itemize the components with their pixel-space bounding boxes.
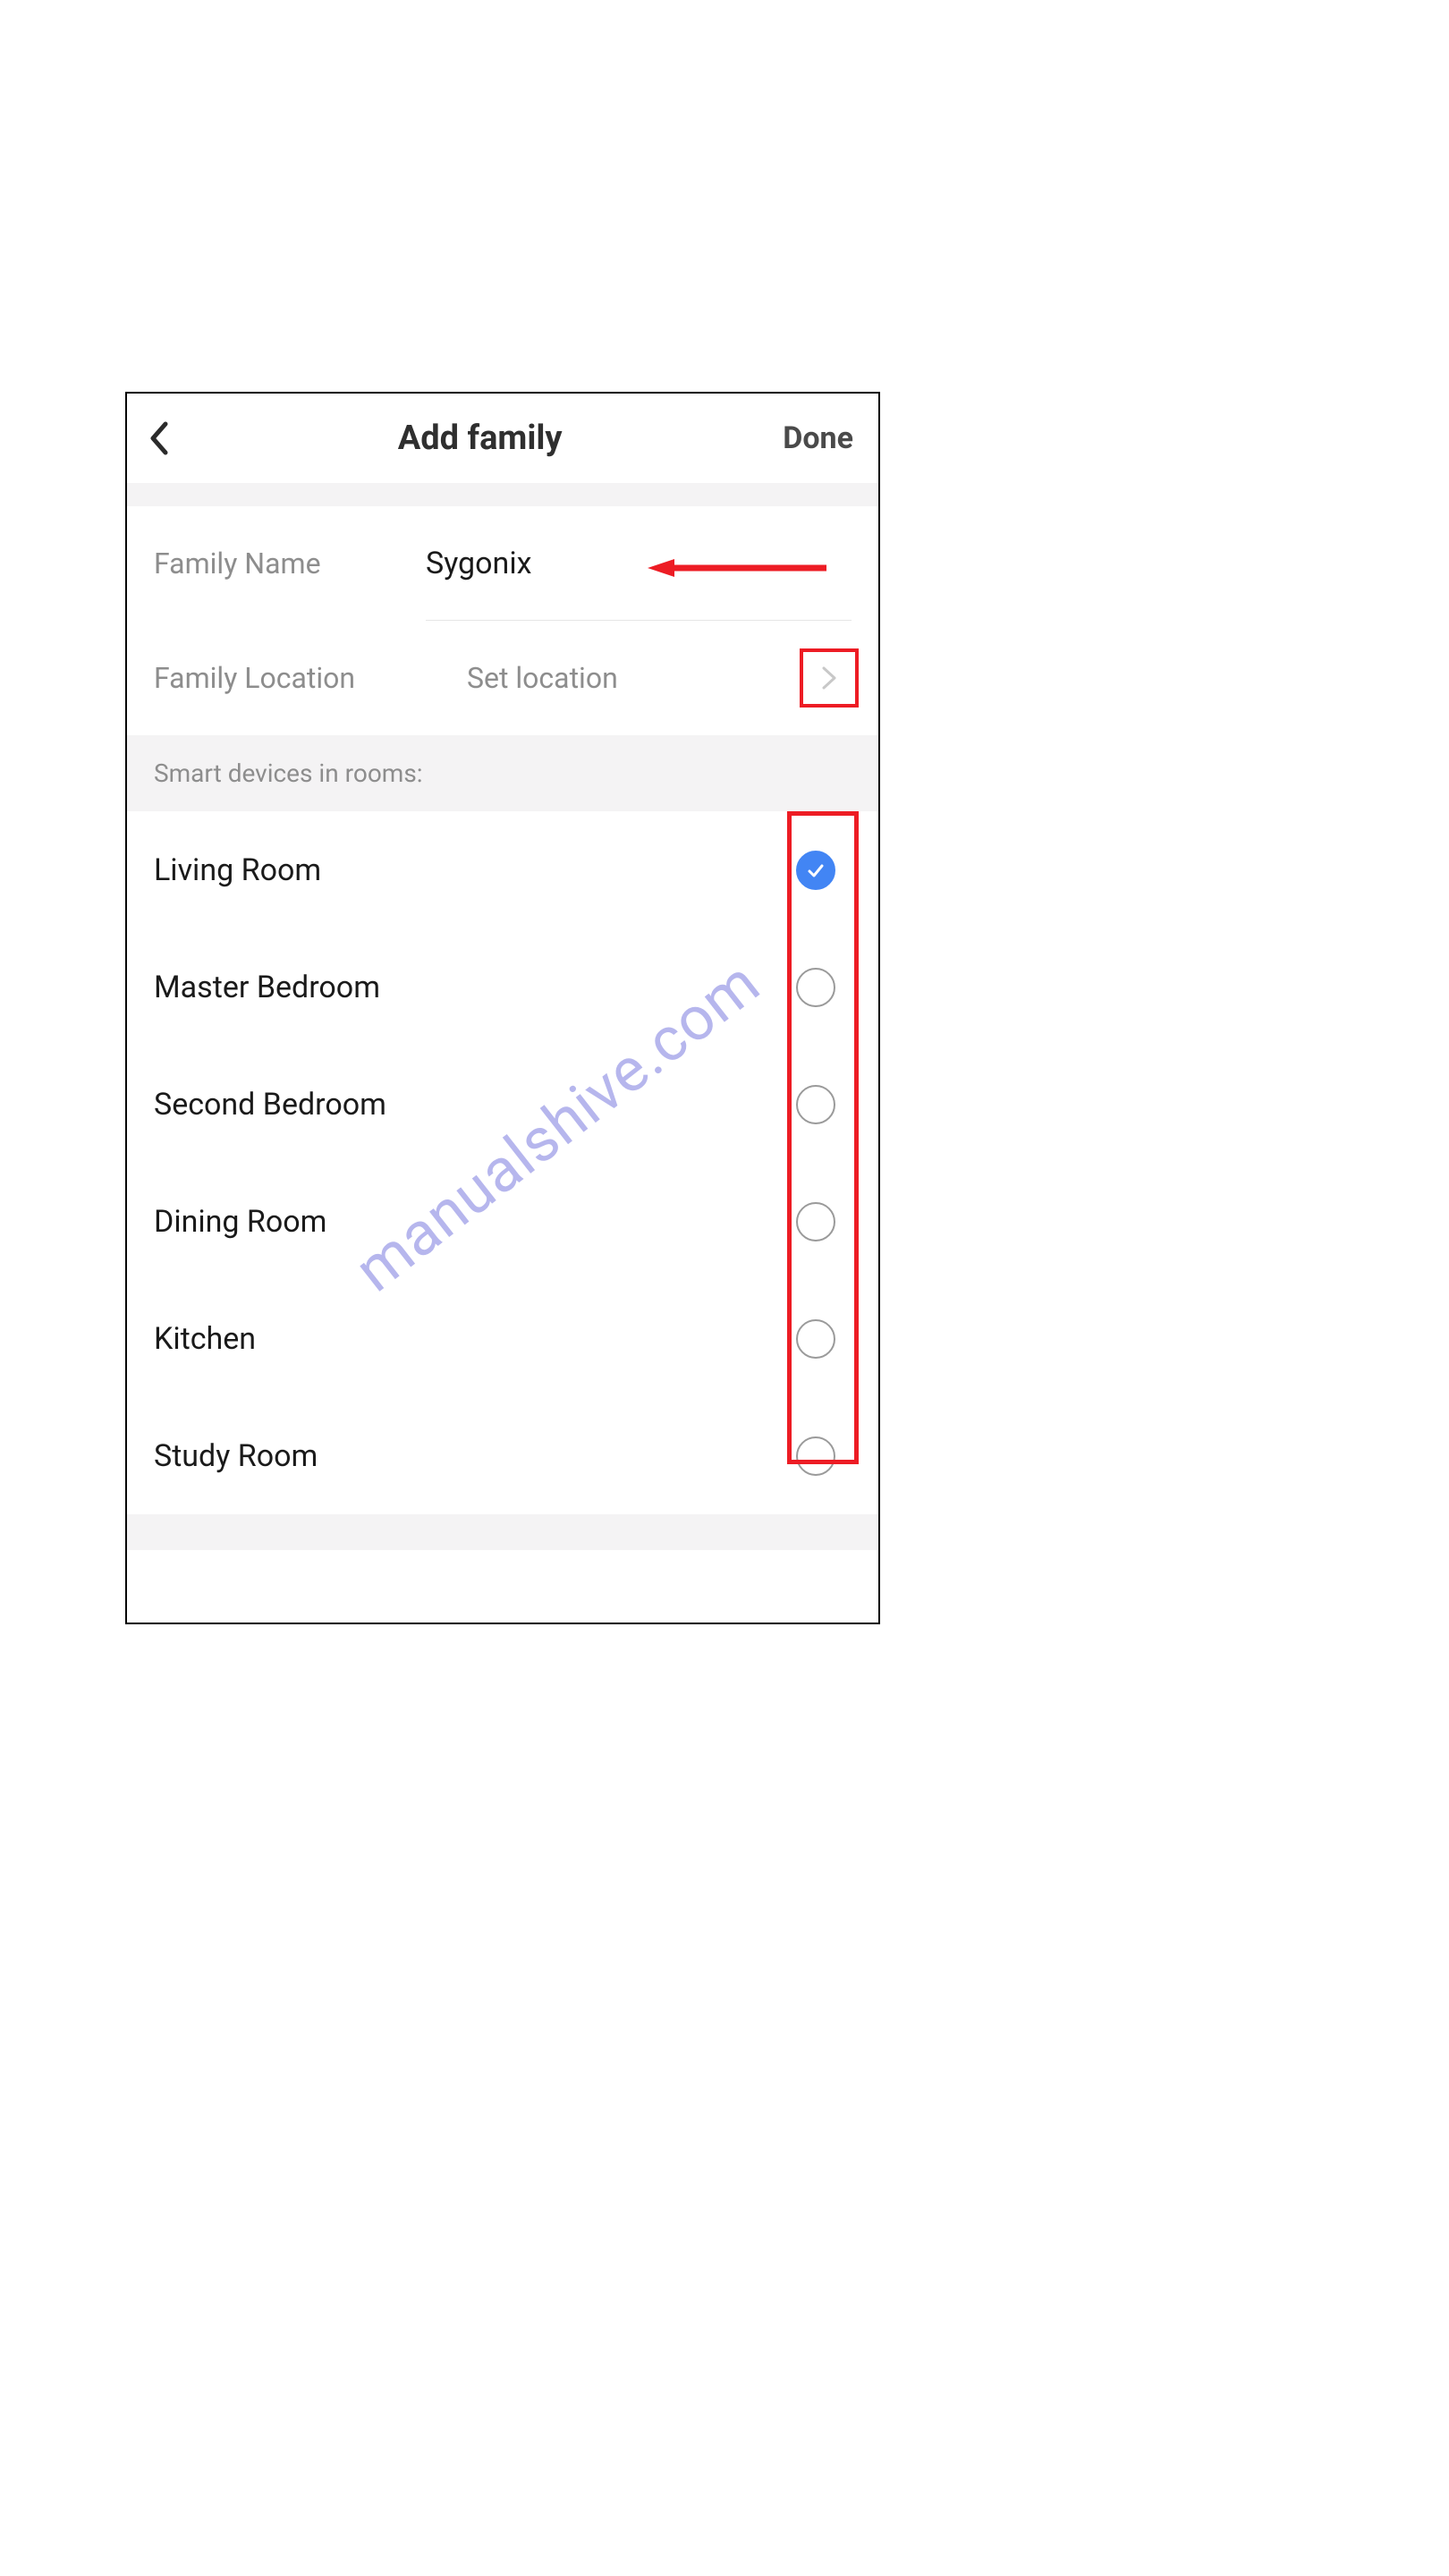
back-icon[interactable]: [141, 420, 177, 456]
room-row[interactable]: Dining Room: [127, 1163, 878, 1280]
checkbox-unchecked-icon[interactable]: [796, 1085, 835, 1124]
checkbox-unchecked-icon[interactable]: [796, 968, 835, 1007]
room-row[interactable]: Master Bedroom: [127, 928, 878, 1046]
divider: [127, 1514, 878, 1550]
rooms-section-header: Smart devices in rooms:: [127, 735, 878, 811]
chevron-right-icon: [820, 665, 838, 691]
family-name-input[interactable]: Sygonix: [426, 546, 531, 581]
room-row[interactable]: Kitchen: [127, 1280, 878, 1397]
family-name-row: Family Name Sygonix: [127, 506, 878, 621]
checkbox-unchecked-icon[interactable]: [796, 1436, 835, 1476]
room-name: Kitchen: [154, 1321, 780, 1357]
family-location-placeholder: Set location: [467, 661, 618, 695]
room-name: Living Room: [154, 852, 780, 888]
family-location-label: Family Location: [154, 661, 413, 695]
annotation-box-location: [800, 648, 859, 708]
page-title: Add family: [398, 419, 563, 458]
room-name: Dining Room: [154, 1204, 780, 1240]
phone-frame: Add family Done Family Name Sygonix Fami…: [125, 392, 880, 1624]
room-row[interactable]: Study Room: [127, 1397, 878, 1514]
header-bar: Add family Done: [127, 394, 878, 483]
divider: [127, 483, 878, 506]
room-name: Second Bedroom: [154, 1087, 780, 1123]
room-name: Master Bedroom: [154, 970, 780, 1005]
family-name-label: Family Name: [154, 547, 413, 580]
family-location-row[interactable]: Family Location Set location: [127, 621, 878, 735]
checkbox-unchecked-icon[interactable]: [796, 1319, 835, 1359]
checkbox-checked-icon[interactable]: [796, 851, 835, 890]
checkbox-unchecked-icon[interactable]: [796, 1202, 835, 1241]
room-name: Study Room: [154, 1438, 780, 1474]
room-row[interactable]: Second Bedroom: [127, 1046, 878, 1163]
room-row[interactable]: Living Room: [127, 811, 878, 928]
done-button[interactable]: Done: [783, 420, 853, 456]
room-list: Living Room Master Bedroom Second Bedroo…: [127, 811, 878, 1514]
